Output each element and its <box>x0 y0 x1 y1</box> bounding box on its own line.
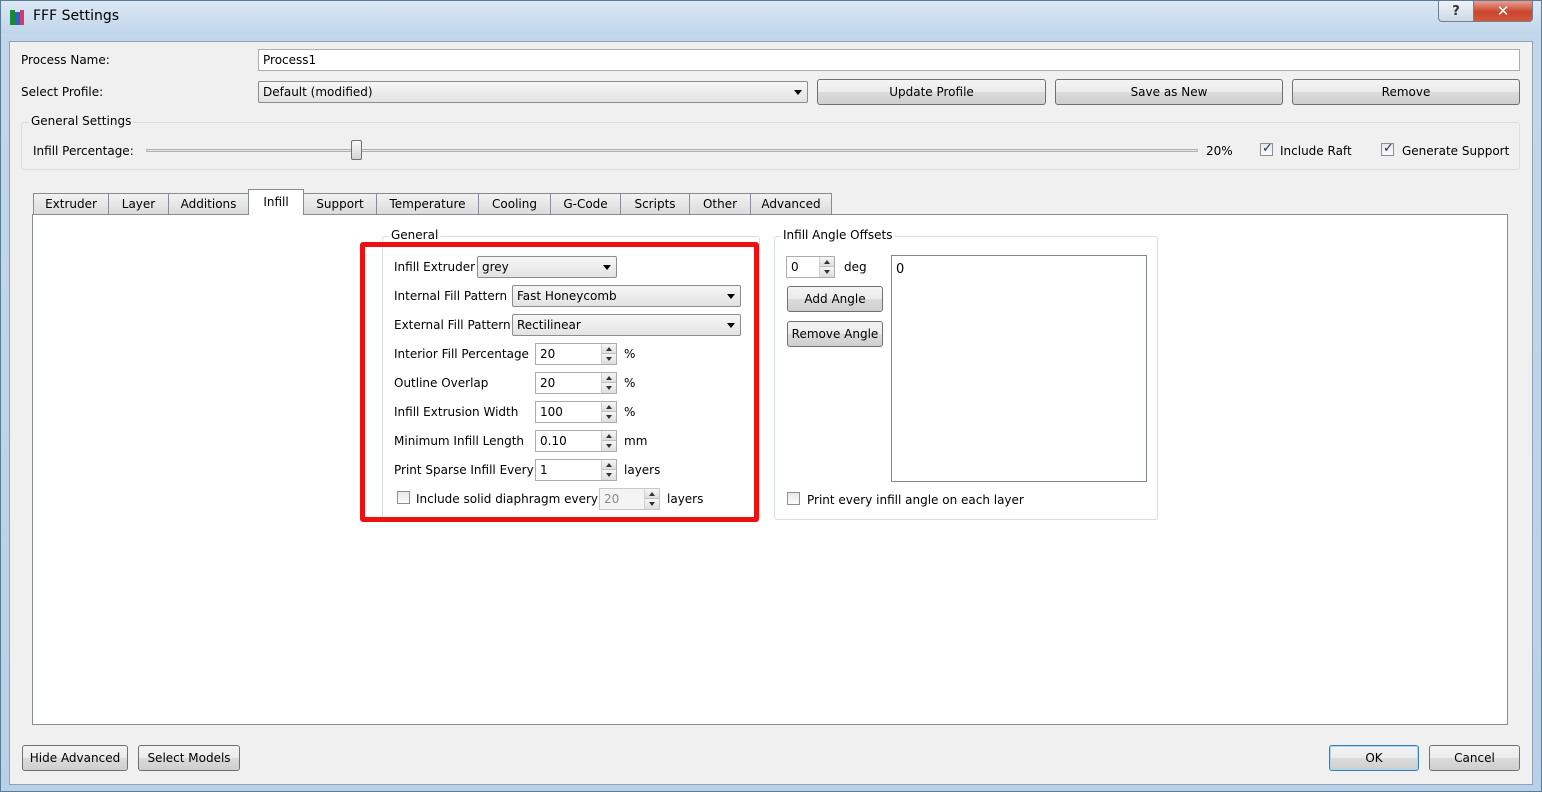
print-every-angle-checkbox[interactable]: ✓ <box>787 492 800 505</box>
hide-advanced-button[interactable]: Hide Advanced <box>22 745 128 771</box>
update-profile-button[interactable]: Update Profile <box>817 79 1046 105</box>
remove-profile-button[interactable]: Remove <box>1292 79 1520 105</box>
infill-percentage-label: Infill Percentage: <box>33 144 134 158</box>
process-name-input[interactable]: Process1 <box>258 49 1520 71</box>
tab-infill[interactable]: Infill <box>248 189 304 215</box>
settings-tab-bar: Extruder Layer Additions Infill Support Tempe… <box>33 189 1513 215</box>
select-profile-label: Select Profile: <box>21 85 104 99</box>
dialog-client-area: Process Name: Process1 Select Profile: D… <box>9 41 1533 785</box>
print-every-angle-label: Print every infill angle on each layer <box>807 493 1024 507</box>
list-item[interactable]: 0 <box>896 262 904 278</box>
infill-percentage-value: 20% <box>1206 144 1233 158</box>
generate-support-checkbox[interactable]: ✓ <box>1381 141 1394 156</box>
spinbox-value: 0 <box>791 260 799 274</box>
annotation-highlight-box <box>360 242 759 522</box>
spin-up-icon[interactable] <box>820 257 834 267</box>
process-name-value: Process1 <box>263 53 317 67</box>
tab-g-code[interactable]: G-Code <box>550 193 621 215</box>
angle-offset-spinbox[interactable]: 0 <box>786 256 835 278</box>
tab-layer[interactable]: Layer <box>108 193 169 215</box>
tab-extruder[interactable]: Extruder <box>33 193 109 215</box>
tab-support[interactable]: Support <box>303 193 377 215</box>
ok-button[interactable]: OK <box>1329 745 1419 771</box>
tab-additions[interactable]: Additions <box>168 193 249 215</box>
include-raft-checkbox[interactable]: ✓ <box>1260 141 1273 156</box>
chevron-down-icon <box>794 90 802 95</box>
title-bar[interactable]: FFF Settings ? ✕ <box>1 1 1541 33</box>
select-models-button[interactable]: Select Models <box>138 745 240 771</box>
checkmark-icon: ✓ <box>1383 141 1394 156</box>
spin-down-icon[interactable] <box>820 267 834 277</box>
window-title: FFF Settings <box>33 8 120 24</box>
select-profile-value: Default (modified) <box>263 85 373 99</box>
fff-settings-window: FFF Settings ? ✕ Process Name: Process1 … <box>0 0 1542 792</box>
tab-temperature[interactable]: Temperature <box>376 193 479 215</box>
angle-offset-unit: deg <box>844 260 867 274</box>
checkmark-icon: ✓ <box>1262 141 1273 156</box>
general-settings-title: General Settings <box>29 113 134 129</box>
process-name-label: Process Name: <box>21 53 110 67</box>
help-button[interactable]: ? <box>1438 1 1474 22</box>
select-profile-dropdown[interactable]: Default (modified) <box>258 81 808 103</box>
tab-scripts[interactable]: Scripts <box>620 193 690 215</box>
infill-slider-handle[interactable] <box>351 140 363 160</box>
infill-angle-offsets-title: Infill Angle Offsets <box>781 227 895 243</box>
tab-other[interactable]: Other <box>689 193 751 215</box>
infill-general-title: General <box>389 227 441 243</box>
add-angle-button[interactable]: Add Angle <box>787 286 883 312</box>
save-as-new-button[interactable]: Save as New <box>1055 79 1283 105</box>
app-logo-icon <box>10 10 24 25</box>
remove-angle-button[interactable]: Remove Angle <box>787 321 883 347</box>
include-raft-label: Include Raft <box>1280 144 1352 158</box>
generate-support-label: Generate Support <box>1402 144 1510 158</box>
tab-cooling[interactable]: Cooling <box>478 193 551 215</box>
tab-advanced[interactable]: Advanced <box>750 193 832 215</box>
infill-percentage-slider[interactable] <box>146 149 1198 152</box>
close-button[interactable]: ✕ <box>1473 1 1533 22</box>
infill-tab-pane: General Infill Extruder grey Internal Fi… <box>32 214 1508 725</box>
cancel-button[interactable]: Cancel <box>1429 745 1520 771</box>
angle-offsets-listbox[interactable]: 0 <box>891 255 1147 482</box>
